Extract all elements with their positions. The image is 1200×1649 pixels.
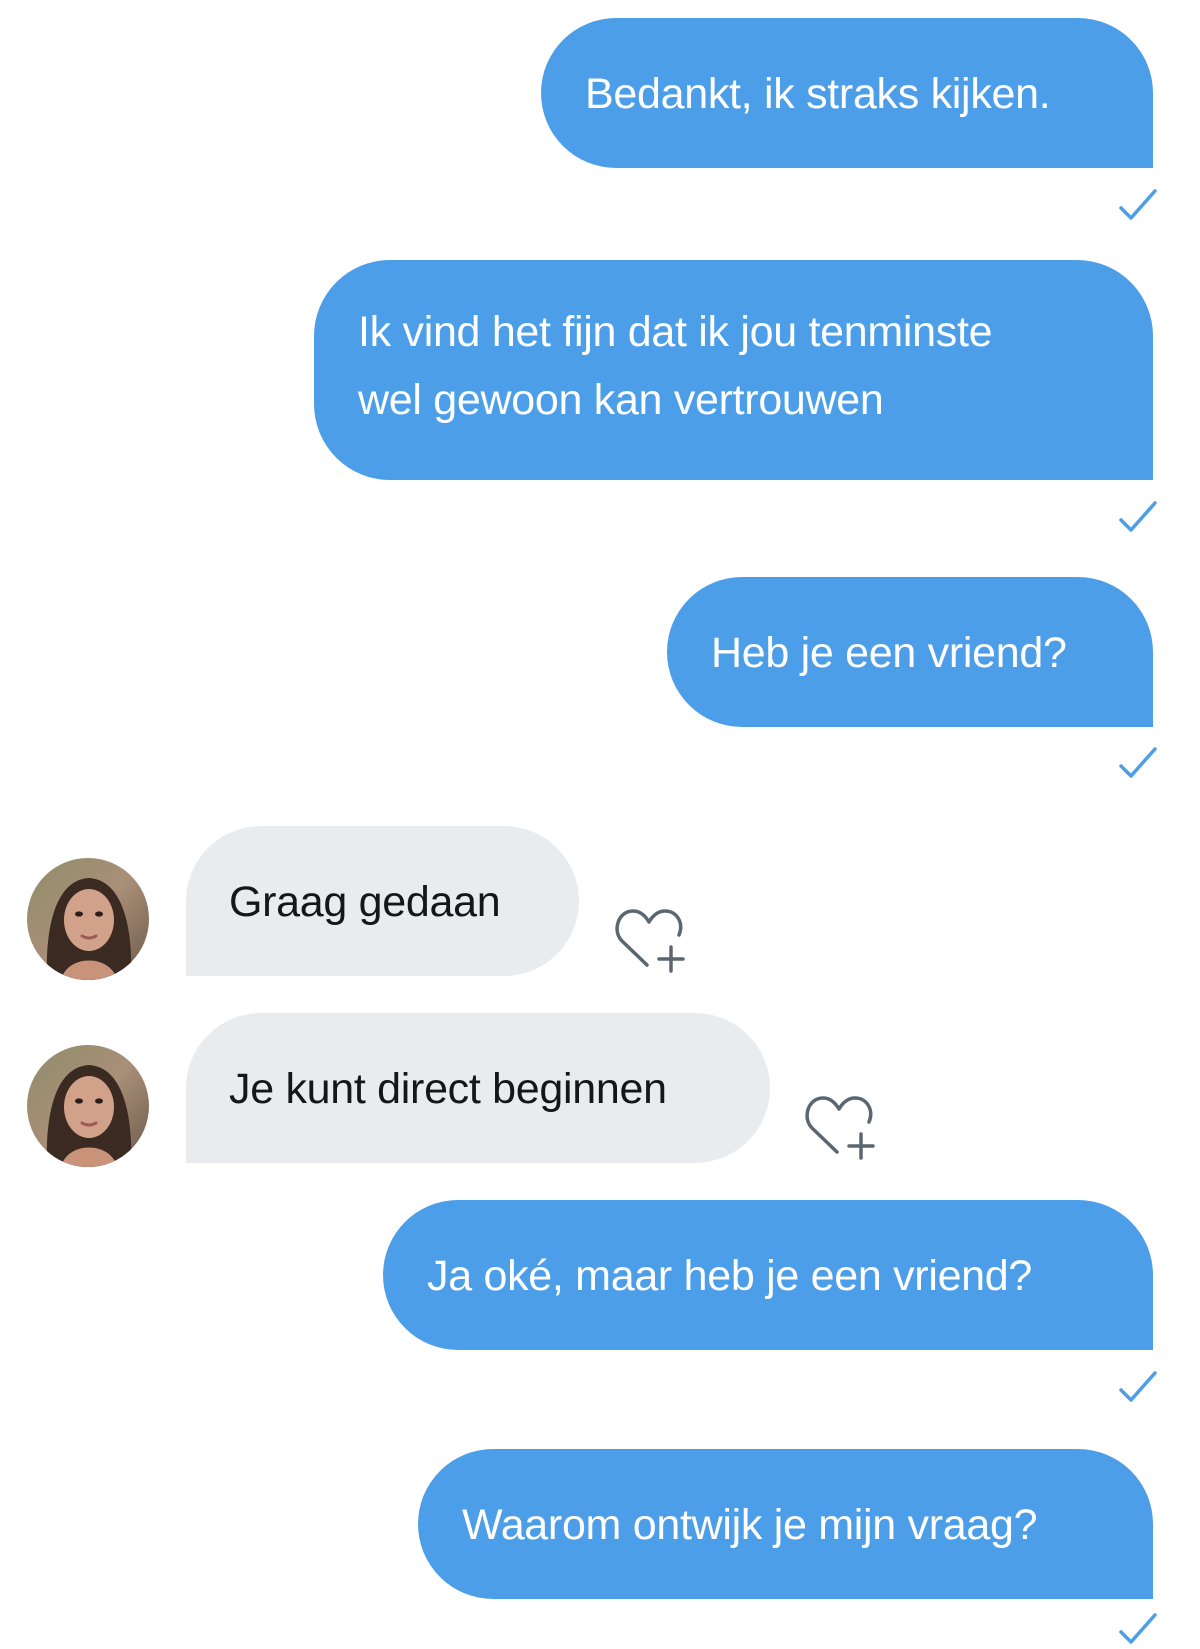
checkmark-icon (1119, 747, 1157, 778)
message-bubble-received[interactable]: Graag gedaan (186, 826, 579, 976)
message-bubble-sent[interactable]: Heb je een vriend? (667, 577, 1153, 727)
avatar[interactable] (27, 858, 149, 980)
message-text-line: Ik vind het fijn dat ik jou tenminste (358, 308, 993, 356)
message-text: Waarom ontwijk je mijn vraag? (462, 1501, 1038, 1549)
message-text: Bedankt, ik straks kijken. (585, 70, 1051, 118)
avatar[interactable] (27, 1045, 149, 1167)
message-bubble-sent[interactable]: Ja oké, maar heb je een vriend? (383, 1200, 1153, 1350)
message-text-line: wel gewoon kan vertrouwen (358, 376, 884, 424)
message-text: Ja oké, maar heb je een vriend? (427, 1252, 1033, 1300)
checkmark-icon (1119, 1371, 1157, 1402)
message-text: Graag gedaan (229, 878, 501, 926)
message-text: Je kunt direct beginnen (229, 1065, 667, 1113)
message-bubble-sent[interactable]: Bedankt, ik straks kijken. (541, 18, 1153, 168)
checkmark-icon (1119, 1613, 1157, 1644)
heart-plus-icon[interactable] (613, 905, 691, 975)
heart-plus-icon[interactable] (803, 1092, 881, 1162)
message-bubble-received[interactable]: Je kunt direct beginnen (186, 1013, 770, 1163)
checkmark-icon (1119, 189, 1157, 220)
message-bubble-sent[interactable]: Ik vind het fijn dat ik jou tenminste we… (314, 260, 1153, 480)
message-bubble-sent[interactable]: Waarom ontwijk je mijn vraag? (418, 1449, 1153, 1599)
message-text: Heb je een vriend? (711, 629, 1067, 677)
checkmark-icon (1119, 501, 1157, 532)
